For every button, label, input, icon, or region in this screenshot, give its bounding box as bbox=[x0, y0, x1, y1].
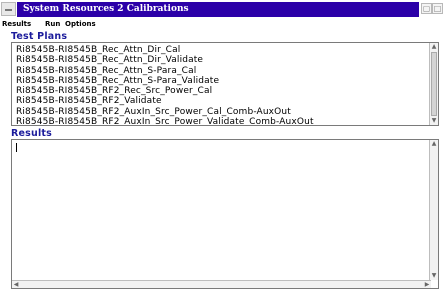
test-plans-vertical-scrollbar[interactable]: ▲ ▼ bbox=[429, 43, 438, 125]
test-plan-item[interactable]: Ri8545B-RI8545B_RF2_AuxIn_Src_Power_Cal_… bbox=[16, 107, 428, 117]
test-plan-item[interactable]: Ri8545B-RI8545B_Rec_Attn_Dir_Validate bbox=[16, 55, 428, 65]
scroll-right-icon[interactable]: ▶ bbox=[423, 281, 431, 288]
menu-results[interactable]: Results bbox=[2, 19, 31, 30]
results-label: Results bbox=[11, 128, 53, 139]
close-button[interactable]: □ bbox=[432, 3, 443, 14]
scroll-thumb[interactable] bbox=[431, 52, 437, 116]
test-plan-item[interactable]: Ri8545B-RI8545B_RF2_AuxIn_Src_Power_Vali… bbox=[16, 117, 428, 125]
test-plans-label: Test Plans bbox=[11, 31, 68, 42]
menu-options[interactable]: Options bbox=[65, 19, 96, 30]
results-vertical-scrollbar[interactable]: ▲ ▼ bbox=[429, 140, 438, 280]
window-menu-icon bbox=[5, 9, 12, 11]
results-horizontal-scrollbar[interactable]: ◀ ▶ bbox=[12, 280, 431, 288]
scroll-left-icon[interactable]: ◀ bbox=[12, 281, 20, 288]
scroll-up-icon[interactable]: ▲ bbox=[430, 43, 438, 51]
test-plan-item[interactable]: Ri8545B-RI8545B_Rec_Attn_S-Para_Validate bbox=[16, 76, 428, 86]
text-cursor bbox=[16, 143, 17, 152]
menu-bar: Results Run Options bbox=[0, 19, 445, 30]
scroll-down-icon[interactable]: ▼ bbox=[430, 117, 438, 125]
restore-button[interactable]: ▢ bbox=[421, 3, 432, 14]
results-text-area[interactable]: ▲ ▼ ◀ ▶ bbox=[11, 139, 439, 289]
scroll-up-icon[interactable]: ▲ bbox=[430, 140, 438, 148]
scroll-down-icon[interactable]: ▼ bbox=[430, 272, 438, 280]
title-bar: System Resources 2 Calibrations ▢ □ bbox=[0, 0, 445, 19]
test-plan-item[interactable]: Ri8545B-RI8545B_RF2_Validate bbox=[16, 96, 428, 106]
window-title: System Resources 2 Calibrations bbox=[17, 2, 419, 17]
test-plan-item[interactable]: Ri8545B-RI8545B_RF2_Rec_Src_Power_Cal bbox=[16, 86, 428, 96]
window-menu-button[interactable] bbox=[1, 2, 16, 16]
test-plan-item[interactable]: Ri8545B-RI8545B_Rec_Attn_S-Para_Cal bbox=[16, 66, 428, 76]
test-plans-list[interactable]: Ri8545B-RI8545B_Rec_Attn_Dir_Cal Ri8545B… bbox=[11, 42, 439, 126]
menu-run[interactable]: Run bbox=[45, 19, 60, 30]
test-plan-item[interactable]: Ri8545B-RI8545B_Rec_Attn_Dir_Cal bbox=[16, 45, 428, 55]
